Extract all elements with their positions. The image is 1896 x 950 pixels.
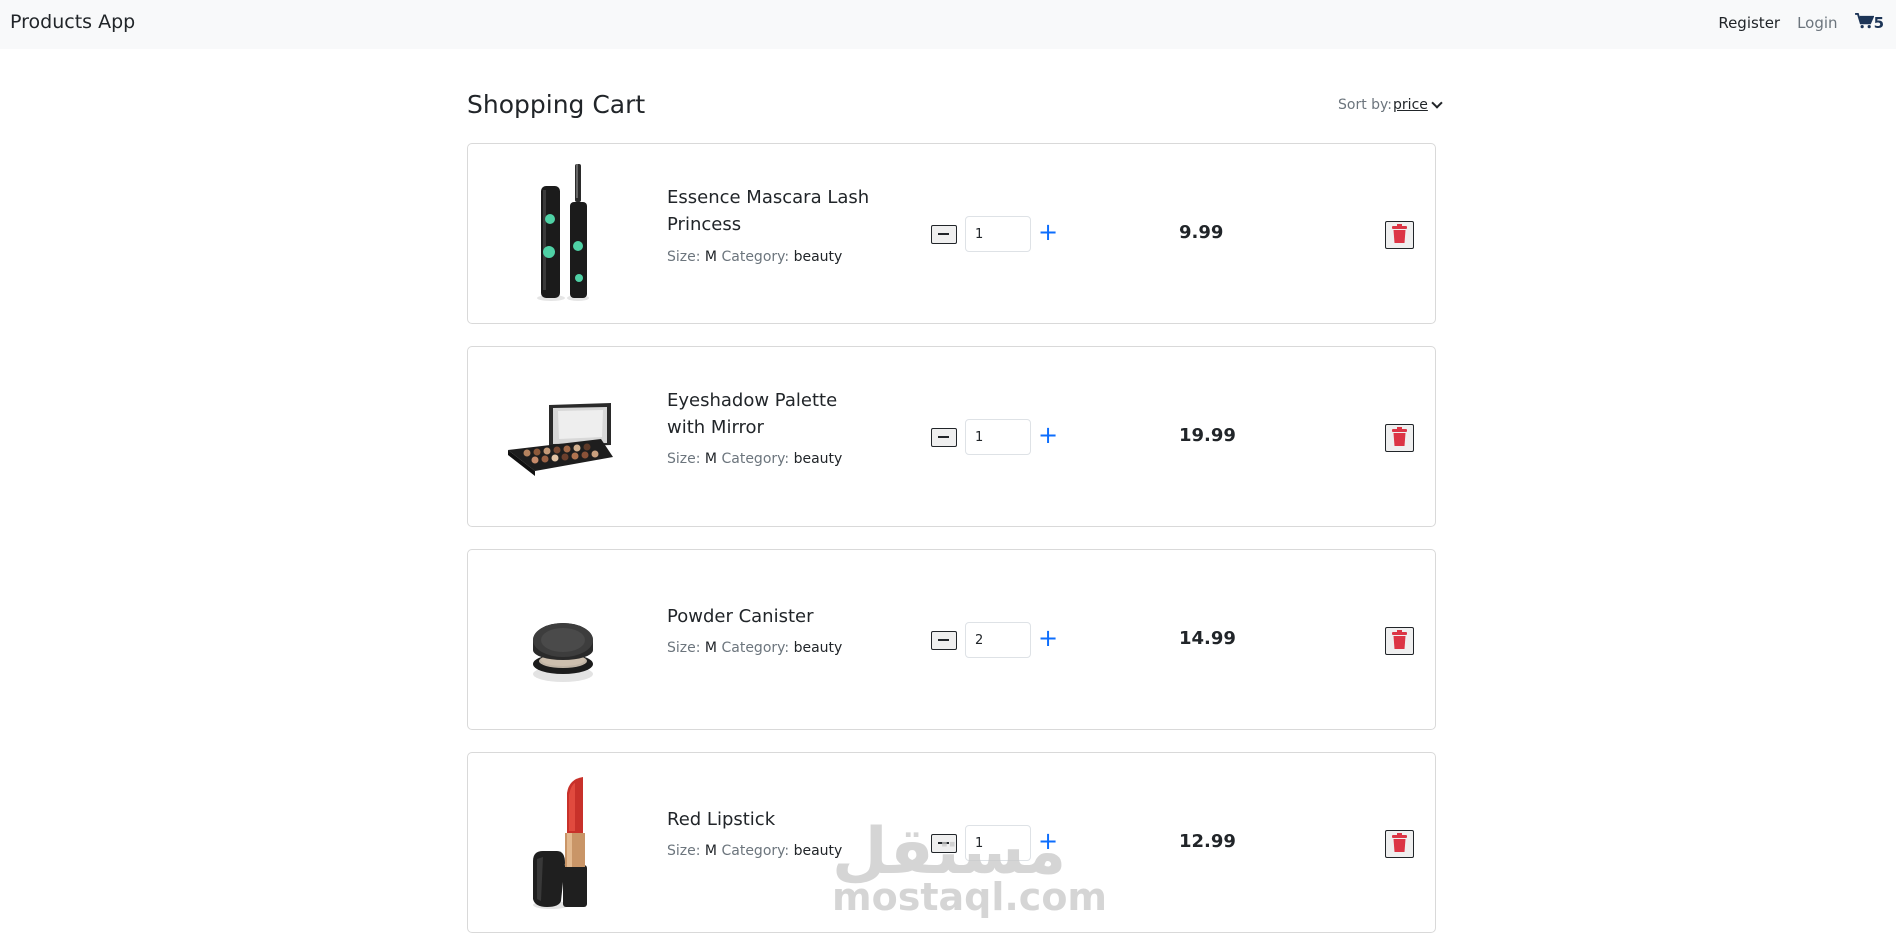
nav-links: Register Login 5: [1701, 13, 1884, 33]
product-meta: Size: M Category: beauty: [667, 249, 842, 265]
category-value: beauty: [793, 640, 843, 656]
quantity-input[interactable]: [965, 622, 1031, 658]
decrease-quantity-button[interactable]: [931, 225, 957, 244]
trash-icon: [1391, 427, 1408, 449]
product-price: 12.99: [1179, 831, 1236, 852]
category-value: beauty: [793, 451, 843, 467]
cart-item: Powder Canister Size: M Category: beauty…: [467, 549, 1436, 730]
product-image-eyeshadow-palette: [503, 367, 618, 508]
product-image-powder-canister: [503, 570, 618, 711]
size-value: M: [704, 640, 718, 656]
trash-icon: [1391, 630, 1408, 652]
cart-count-badge: 5: [1873, 14, 1884, 32]
quantity-input[interactable]: [965, 825, 1031, 861]
delete-item-button[interactable]: [1385, 830, 1414, 858]
decrease-quantity-button[interactable]: [931, 834, 957, 853]
size-label: Size:: [667, 640, 701, 656]
shopping-cart-icon: [1854, 13, 1874, 33]
cart-item: Eyeshadow Palette with Mirror Size: M Ca…: [467, 346, 1436, 527]
increase-quantity-button[interactable]: +: [1038, 626, 1058, 650]
category-label: Category:: [721, 843, 790, 859]
product-meta: Size: M Category: beauty: [667, 640, 842, 656]
quantity-input[interactable]: [965, 419, 1031, 455]
product-price: 14.99: [1179, 628, 1236, 649]
quantity-input[interactable]: [965, 216, 1031, 252]
decrease-quantity-button[interactable]: [931, 631, 957, 650]
trash-icon: [1391, 833, 1408, 855]
sort-control[interactable]: Sort by: price: [1338, 96, 1443, 113]
product-image-mascara: [503, 164, 618, 305]
navbar: Products App Register Login 5: [0, 0, 1896, 49]
size-label: Size:: [667, 249, 701, 265]
product-name: Red Lipstick: [667, 809, 776, 830]
size-label: Size:: [667, 843, 701, 859]
size-label: Size:: [667, 451, 701, 467]
cart-item: Red Lipstick Size: M Category: beauty + …: [467, 752, 1436, 933]
product-meta: Size: M Category: beauty: [667, 451, 842, 467]
sort-label: Sort by:: [1338, 97, 1393, 113]
chevron-down-icon[interactable]: [1431, 96, 1443, 109]
product-price: 9.99: [1179, 222, 1224, 243]
cart-item: Essence Mascara Lash Princess Size: M Ca…: [467, 143, 1436, 324]
increase-quantity-button[interactable]: +: [1038, 829, 1058, 853]
increase-quantity-button[interactable]: +: [1038, 423, 1058, 447]
product-price: 19.99: [1179, 425, 1236, 446]
category-label: Category:: [721, 249, 790, 265]
delete-item-button[interactable]: [1385, 424, 1414, 452]
product-name: Powder Canister: [667, 606, 814, 627]
decrease-quantity-button[interactable]: [931, 428, 957, 447]
delete-item-button[interactable]: [1385, 221, 1414, 249]
product-name: Essence Mascara Lash Princess: [667, 187, 870, 235]
increase-quantity-button[interactable]: +: [1038, 220, 1058, 244]
size-value: M: [704, 843, 718, 859]
register-link[interactable]: Register: [1718, 14, 1780, 32]
category-label: Category:: [721, 640, 790, 656]
trash-icon: [1391, 224, 1408, 246]
login-link[interactable]: Login: [1797, 14, 1837, 32]
delete-item-button[interactable]: [1385, 627, 1414, 655]
brand-link[interactable]: Products App: [10, 11, 135, 33]
product-meta: Size: M Category: beauty: [667, 843, 842, 859]
category-value: beauty: [793, 843, 843, 859]
product-image-lipstick: [503, 773, 618, 914]
size-value: M: [704, 451, 718, 467]
category-value: beauty: [793, 249, 843, 265]
page-title: Shopping Cart: [467, 90, 646, 119]
product-name: Eyeshadow Palette with Mirror: [667, 390, 838, 438]
category-label: Category:: [721, 451, 790, 467]
size-value: M: [704, 249, 718, 265]
cart-link[interactable]: 5: [1854, 13, 1884, 33]
sort-value[interactable]: price: [1393, 97, 1428, 113]
